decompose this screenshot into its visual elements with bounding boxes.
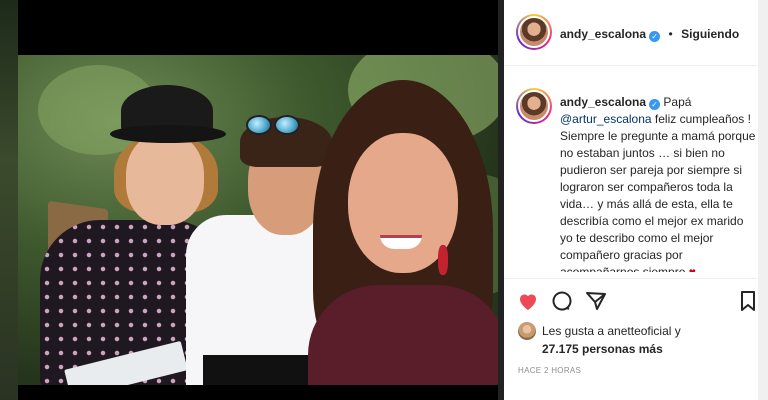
heart-icon[interactable] bbox=[516, 289, 540, 313]
post-media[interactable] bbox=[0, 0, 504, 400]
caption-username-link[interactable]: andy_escalona bbox=[560, 95, 646, 109]
avatar[interactable] bbox=[516, 14, 552, 50]
caption-text: andy_escalona ✓ Papá @artur_escalona feli… bbox=[560, 94, 756, 272]
likes-line-1[interactable]: Les gusta a anetteoficial y bbox=[542, 323, 681, 340]
likes-count[interactable]: 27.175 personas más bbox=[542, 341, 663, 358]
post-header: andy_escalona ✓ • Siguiendo bbox=[504, 0, 758, 66]
timestamp[interactable]: HACE 2 HORAS bbox=[518, 366, 581, 375]
post-photo[interactable] bbox=[18, 55, 504, 385]
following-button[interactable]: Siguiendo bbox=[681, 27, 739, 41]
woman-right-top bbox=[308, 285, 504, 385]
caption-avatar[interactable] bbox=[516, 88, 552, 124]
blurred-edge-left bbox=[0, 0, 18, 400]
mention-link[interactable]: @artur_escalona bbox=[560, 112, 652, 126]
woman-left-face bbox=[126, 133, 204, 225]
bookmark-icon[interactable] bbox=[736, 289, 760, 313]
verified-badge-icon: ✓ bbox=[649, 31, 661, 42]
comment-icon[interactable] bbox=[550, 289, 574, 313]
mirrored-sunglasses bbox=[246, 115, 272, 135]
separator: • bbox=[668, 27, 673, 41]
header-user: andy_escalona ✓ • Siguiendo bbox=[560, 25, 739, 43]
mirrored-sunglasses bbox=[274, 115, 300, 135]
panel-edge bbox=[758, 0, 768, 400]
heart-emoji: ♥ bbox=[688, 265, 696, 272]
caption-body: feliz cumpleaños ! Siempre le pregunte a… bbox=[560, 112, 756, 272]
post-caption: andy_escalona ✓ Papá @artur_escalona feli… bbox=[504, 76, 758, 272]
share-icon[interactable] bbox=[584, 289, 608, 313]
verified-badge-icon: ✓ bbox=[649, 99, 661, 110]
liker-avatar[interactable] bbox=[518, 322, 536, 340]
username-link[interactable]: andy_escalona bbox=[560, 27, 646, 41]
action-bar bbox=[504, 278, 758, 320]
post-sidebar: andy_escalona ✓ • Siguiendo andy_escalona… bbox=[504, 0, 768, 400]
red-earring bbox=[438, 245, 448, 275]
caption-prefix: Papá bbox=[663, 95, 692, 109]
hat-brim bbox=[110, 125, 226, 143]
